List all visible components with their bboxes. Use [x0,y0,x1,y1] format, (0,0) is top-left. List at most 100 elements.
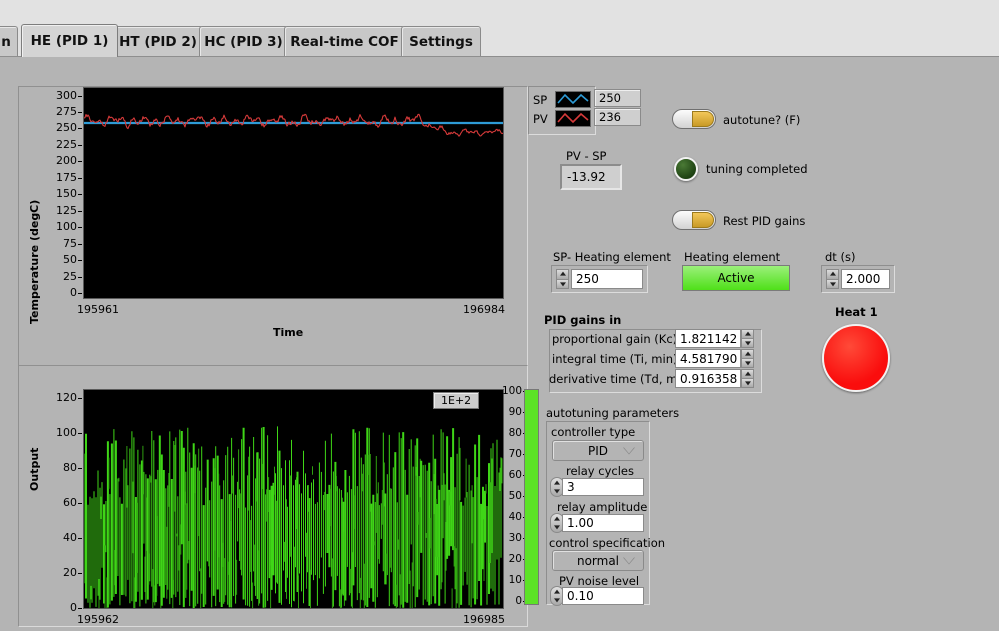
tab-bar: n HE (PID 1) HT (PID 2) HC (PID 3) Real-… [0,23,999,57]
output-ytick: 80 [37,461,82,474]
temperature-ytick: 125 [31,204,82,217]
pid-gain-kc-spinner-down[interactable] [742,338,753,347]
bar-tick: 40 [492,511,527,523]
temperature-ytick: 250 [31,121,82,134]
output-ytick: 100 [37,426,82,439]
pid-gain-kc-input[interactable]: 1.821142 [675,329,741,348]
autotune-toggle-label: autotune? (F) [723,113,801,127]
dt-spinner-down[interactable] [827,278,838,288]
tab-clipped-label: n [1,34,11,50]
bar-tick: 20 [492,553,527,565]
relay-cycles-label: relay cycles [566,464,634,478]
output-plot-area[interactable] [83,389,504,609]
pv-noise-level-input[interactable]: 0.10 [562,587,644,605]
tab-clipped[interactable]: n [0,26,18,57]
temperature-ytick: 25 [31,270,82,283]
bar-tick: 90 [492,406,527,418]
legend-label-pv: PV [533,111,548,126]
tab-real-time-cof[interactable]: Real-time COF [284,26,405,57]
temperature-ytick: 225 [31,138,82,151]
pid-gain-ti-spinner-down[interactable] [742,358,753,367]
sp-heating-element-input[interactable]: 250 [571,269,643,289]
tab-hc-pid-3[interactable]: HC (PID 3) [199,26,288,57]
window-top-strip [0,0,999,23]
tab-ht-pid-2-label: HT (PID 2) [119,34,197,50]
control-specification-label: control specification [549,536,666,550]
bar-tick: 70 [492,448,527,460]
pid-gain-ti-spinner-up[interactable] [742,350,753,358]
pv-minus-sp-display: -13.92 [560,164,622,190]
autotune-toggle[interactable] [672,109,716,129]
output-ytick: 20 [37,566,82,579]
temperature-ytick: 75 [31,237,82,250]
tab-settings[interactable]: Settings [401,26,481,57]
reset-pid-gains-toggle[interactable] [672,210,716,230]
legend-row-pv[interactable]: PV [533,109,591,128]
pid-gain-ti-spinner[interactable] [741,349,754,368]
sp-heating-element-spinner-down[interactable] [557,278,568,288]
relay-amplitude-input[interactable]: 1.00 [562,514,644,532]
sp-heating-element-spinner-up[interactable] [557,270,568,279]
output-graph: Output 120 100 80 60 40 20 0 1E+2 195962… [18,365,539,627]
pid-gain-td-input[interactable]: 0.916358 [675,369,741,388]
dt-input[interactable]: 2.000 [841,269,890,289]
temperature-ytick: 50 [31,253,82,266]
heat-1-led[interactable] [822,324,890,392]
autotuning-parameters-title: autotuning parameters [546,406,680,420]
output-bar-gauge-ticks: 100 90 80 70 60 50 40 30 20 10 0 [492,385,527,607]
bar-tick: 50 [492,490,527,502]
temperature-plot-area[interactable] [83,87,504,299]
tab-real-time-cof-label: Real-time COF [290,34,399,50]
output-bar-gauge[interactable]: 100 90 80 70 60 50 40 30 20 10 0 [502,385,546,609]
pid-gain-td-spinner-down[interactable] [742,378,753,387]
pid-gain-kc-label: proportional gain (Kc) [552,332,678,346]
pid-gain-kc-spinner[interactable] [741,329,754,348]
reset-pid-gains-toggle-knob [692,212,714,228]
temperature-xtick-start: 195961 [77,303,119,316]
temperature-ytick: 0 [31,286,82,299]
output-scale-badge[interactable]: 1E+2 [433,392,480,409]
legend-row-sp[interactable]: SP [533,90,591,109]
control-specification-value: normal [576,553,620,568]
output-ytick: 120 [37,391,82,404]
pid-gains-title: PID gains in [544,313,622,327]
temperature-x-axis-title: Time [273,326,304,339]
dt-label: dt (s) [825,250,856,264]
tuning-completed-led[interactable] [674,157,698,181]
dt-spinner-up[interactable] [827,270,838,279]
sp-heating-element-spinner[interactable] [556,269,569,289]
output-ytick: 60 [37,496,82,509]
chevron-down-icon [623,447,635,454]
relay-amplitude-label: relay amplitude [557,500,648,514]
output-bar-gauge-fill [525,390,538,604]
pid-gain-td-spinner[interactable] [741,369,754,388]
legend-swatch-sp[interactable] [555,91,591,108]
heating-element-status: Active [682,265,790,291]
dt-spinner[interactable] [826,269,839,289]
temperature-ytick: 100 [31,220,82,233]
pid-gain-td-spinner-up[interactable] [742,370,753,378]
sp-value-display: 250 [594,89,641,107]
temperature-ytick: 300 [31,89,82,102]
autotune-toggle-knob [692,111,714,127]
tab-ht-pid-2[interactable]: HT (PID 2) [113,26,203,57]
output-xtick-start: 195962 [77,613,119,626]
sp-line-sample-icon [557,93,589,105]
main-panel: Temperature (degC) 300 275 250 225 200 1… [0,56,999,631]
output-bar-gauge-track [524,389,539,605]
controller-type-label: controller type [551,425,636,439]
tab-settings-label: Settings [409,34,473,50]
temperature-ytick: 175 [31,171,82,184]
pid-gain-td-label: derivative time (Td, min) [549,372,693,386]
pid-gain-kc-spinner-up[interactable] [742,330,753,338]
temperature-graph: Temperature (degC) 300 275 250 225 200 1… [18,86,528,371]
controller-type-select[interactable]: PID [552,440,644,461]
temperature-ytick: 200 [31,154,82,167]
relay-cycles-input[interactable]: 3 [562,478,644,496]
legend-swatch-pv[interactable] [555,110,591,127]
tab-he-pid-1[interactable]: HE (PID 1) [21,24,118,57]
pid-gain-ti-input[interactable]: 4.581790 [675,349,741,368]
control-specification-select[interactable]: normal [552,550,644,571]
bar-tick: 80 [492,427,527,439]
output-ytick: 40 [37,531,82,544]
